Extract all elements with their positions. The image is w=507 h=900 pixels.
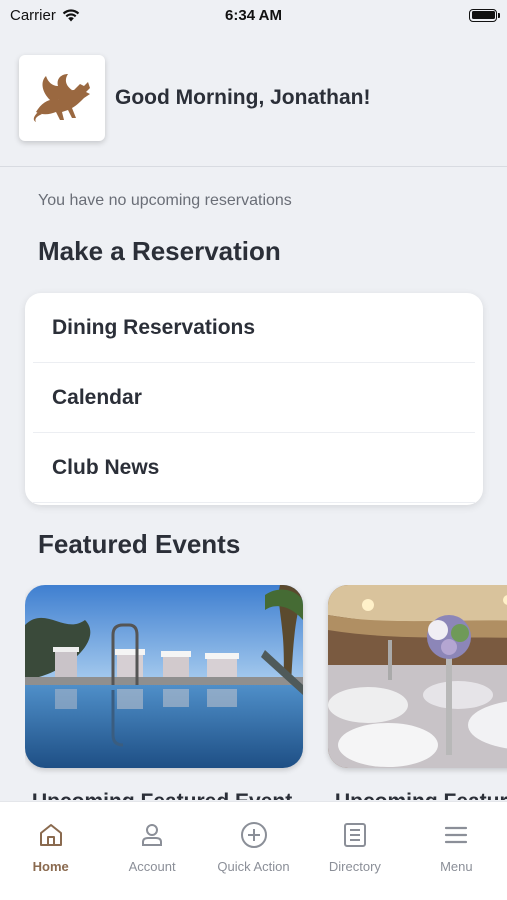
no-reservations-message: You have no upcoming reservations	[38, 192, 292, 209]
wifi-icon	[62, 8, 80, 21]
dragon-logo-icon	[33, 74, 90, 122]
menu-item-calendar[interactable]: Calendar	[33, 363, 475, 433]
featured-events-title: Featured Events	[38, 529, 241, 559]
home-icon	[36, 820, 66, 850]
carrier-label: Carrier	[10, 6, 56, 24]
reservation-menu: Dining Reservations Calendar Club News	[25, 293, 483, 505]
event-image-pool[interactable]	[25, 585, 303, 768]
directory-icon	[340, 820, 370, 850]
featured-events-carousel[interactable]: Upcoming Featured Event	[25, 585, 507, 800]
tab-home[interactable]: Home	[0, 802, 101, 900]
tab-label-account: Account	[128, 859, 176, 874]
status-left: Carrier	[10, 7, 80, 24]
event-card[interactable]: Upcoming Featured Event	[25, 585, 303, 800]
battery-icon	[469, 8, 500, 22]
account-icon	[137, 820, 167, 850]
tab-bar: Home Account Quick Action Directory Menu	[0, 801, 507, 900]
tab-account[interactable]: Account	[101, 802, 202, 900]
tab-label-menu: Menu	[440, 859, 473, 874]
tab-directory[interactable]: Directory	[304, 802, 405, 900]
status-bar: Carrier 6:34 AM	[0, 0, 507, 30]
greeting-text: Good Morning, Jonathan!	[115, 86, 371, 109]
event-title: Upcoming Featured Event	[328, 790, 507, 800]
event-title: Upcoming Featured Event	[25, 790, 303, 800]
event-image-banquet[interactable]	[328, 585, 507, 768]
tab-quick-action[interactable]: Quick Action	[203, 802, 304, 900]
tab-menu[interactable]: Menu	[406, 802, 507, 900]
tab-label-directory: Directory	[328, 859, 381, 874]
make-reservation-title: Make a Reservation	[38, 236, 281, 266]
menu-item-club-news[interactable]: Club News	[33, 433, 475, 503]
tab-label-quick-action: Quick Action	[217, 859, 290, 874]
tab-label-home: Home	[32, 859, 69, 874]
plus-circle-icon	[239, 820, 269, 850]
hamburger-icon	[441, 820, 471, 850]
event-card[interactable]: Upcoming Featured Event	[328, 585, 507, 800]
menu-item-dining-reservations[interactable]: Dining Reservations	[33, 293, 475, 363]
club-logo[interactable]	[19, 55, 105, 141]
header: Good Morning, Jonathan!	[0, 30, 507, 167]
